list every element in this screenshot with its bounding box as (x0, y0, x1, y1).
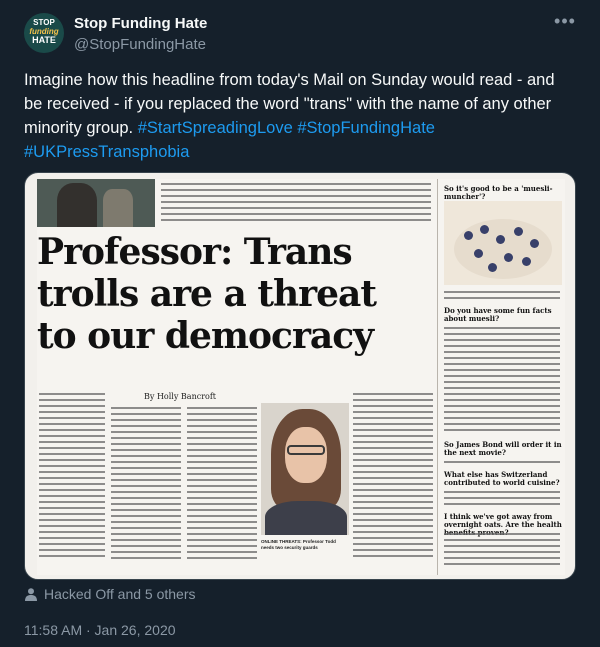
article-text-lines (161, 183, 431, 225)
display-name[interactable]: Stop Funding Hate (74, 14, 207, 34)
newspaper-headline: Professor: Trans trolls are a threat to … (37, 231, 377, 357)
hashtag-link[interactable]: #StopFundingHate (297, 119, 435, 137)
article-text-lines (39, 393, 105, 561)
article-text-lines (444, 491, 560, 509)
article-text-lines (444, 461, 560, 467)
newspaper-photo (37, 179, 155, 227)
byline: By Holly Bancroft (144, 392, 217, 401)
more-icon[interactable]: ••• (554, 12, 576, 36)
person-icon (25, 588, 37, 601)
newspaper-sidebar: So it's good to be a 'muesli-muncher'? D… (437, 179, 565, 575)
tweet-text: Imagine how this headline from today's M… (24, 68, 576, 164)
handle[interactable]: @StopFundingHate (74, 35, 207, 55)
article-text-lines (353, 393, 433, 561)
sidebar-heading: Do you have some fun facts about muesli? (444, 306, 552, 323)
photo-caption: ONLINE THREATS: Professor Todd needs two… (261, 539, 336, 550)
sidebar-heading: So James Bond will order it in the next … (444, 440, 562, 457)
article-text-lines (111, 407, 181, 563)
article-text-lines (444, 533, 560, 569)
hashtag-link[interactable]: #StartSpreadingLove (138, 119, 293, 137)
berries-photo (444, 201, 562, 285)
tweet-image[interactable]: Professor: Trans trolls are a threat to … (24, 172, 576, 580)
liked-by-text[interactable]: Hacked Off and 5 others (44, 586, 196, 602)
newspaper-clipping: Professor: Trans trolls are a threat to … (37, 179, 565, 575)
article-text-lines (444, 327, 560, 435)
hashtag-link[interactable]: #UKPressTransphobia (24, 143, 189, 161)
author-names: Stop Funding Hate @StopFundingHate (74, 14, 207, 55)
liked-by[interactable]: Hacked Off and 5 others (24, 584, 196, 604)
sidebar-heading: So it's good to be a 'muesli-muncher'? (444, 184, 553, 201)
sidebar-heading: What else has Switzerland contributed to… (444, 470, 560, 487)
timestamp[interactable]: 11:58 AM · Jan 26, 2020 (24, 621, 176, 639)
article-text-lines (187, 407, 257, 563)
tweet: STOP funding HATE Stop Funding Hate @Sto… (0, 0, 600, 647)
avatar-logo: STOP funding HATE (29, 18, 59, 45)
article-text-lines (444, 291, 560, 303)
avatar[interactable]: STOP funding HATE (24, 13, 64, 53)
professor-photo (261, 403, 349, 535)
